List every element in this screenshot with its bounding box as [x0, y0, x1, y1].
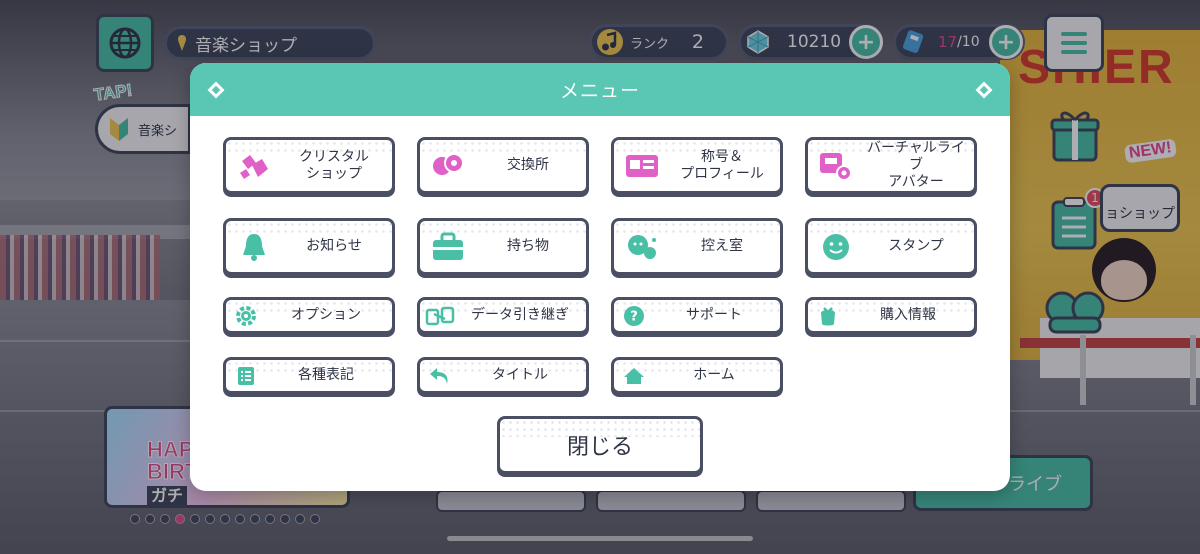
diamond-ornament-icon [975, 81, 993, 99]
menu-item-data-transfer[interactable]: データ引き継ぎ [417, 297, 589, 334]
menu-item-list[interactable]: 各種表記 [223, 357, 395, 394]
menu-item-gear[interactable]: オプション [223, 297, 395, 334]
close-button[interactable]: 閉じる [497, 416, 703, 474]
menu-item-waiting-room[interactable]: 控え室 [611, 218, 783, 275]
menu-item-question[interactable]: ? サポート [611, 297, 783, 334]
bell-icon [226, 231, 282, 263]
menu-item-label: タイトル [492, 367, 548, 383]
avatar-gear-icon [808, 151, 864, 181]
data-transfer-icon [420, 305, 460, 327]
crystal-icon [226, 151, 282, 181]
profile-card-icon [614, 151, 670, 181]
gear-icon [226, 305, 266, 327]
menu-item-label: 持ち物 [507, 238, 549, 254]
menu-item-label: 各種表記 [298, 367, 354, 383]
menu-item-crystal[interactable]: クリスタル ショップ [223, 137, 395, 194]
menu-item-exchange[interactable]: 交換所 [417, 137, 589, 194]
menu-item-label: 交換所 [507, 157, 549, 173]
menu-item-home[interactable]: ホーム [611, 357, 783, 394]
close-button-label: 閉じる [566, 435, 633, 460]
menu-item-profile-card[interactable]: 称号＆ プロフィール [611, 137, 783, 194]
waiting-room-icon [614, 232, 670, 262]
menu-item-label: オプション [291, 307, 361, 323]
menu-item-label: バーチャルライブ アバター [867, 140, 965, 190]
menu-item-bag[interactable]: 持ち物 [417, 218, 589, 275]
menu-item-label: スタンプ [888, 238, 944, 254]
smile-stamp-icon [808, 232, 864, 262]
menu-item-purchase-bag[interactable]: 購入情報 [805, 297, 977, 334]
menu-item-label: お知らせ [306, 238, 362, 254]
menu-item-back-arrow[interactable]: タイトル [417, 357, 589, 394]
question-icon: ? [614, 305, 654, 327]
menu-dialog-header: メニュー [190, 63, 1010, 116]
back-arrow-icon [420, 366, 460, 386]
bag-icon [420, 232, 476, 262]
list-icon [226, 366, 266, 386]
menu-item-label: サポート [686, 307, 742, 323]
menu-item-label: 控え室 [701, 238, 743, 254]
menu-item-label: 称号＆ プロフィール [680, 148, 764, 182]
purchase-bag-icon [808, 305, 848, 327]
diamond-ornament-icon [207, 81, 225, 99]
menu-item-label: クリスタル ショップ [299, 148, 369, 182]
menu-item-label: データ引き継ぎ [471, 307, 569, 323]
menu-item-avatar-gear[interactable]: バーチャルライブ アバター [805, 137, 977, 194]
menu-dialog-title: メニュー [559, 80, 640, 102]
menu-item-label: ホーム [693, 367, 735, 383]
home-icon [614, 366, 654, 386]
menu-item-label: 購入情報 [880, 307, 936, 323]
menu-item-bell[interactable]: お知らせ [223, 218, 395, 275]
svg-text:?: ? [630, 309, 638, 324]
menu-item-smile-stamp[interactable]: スタンプ [805, 218, 977, 275]
menu-dialog: メニュー クリスタル ショップ 交換所 称号＆ プロフィール バーチャルライブ アバタ… [190, 63, 1010, 491]
exchange-icon [420, 151, 476, 181]
